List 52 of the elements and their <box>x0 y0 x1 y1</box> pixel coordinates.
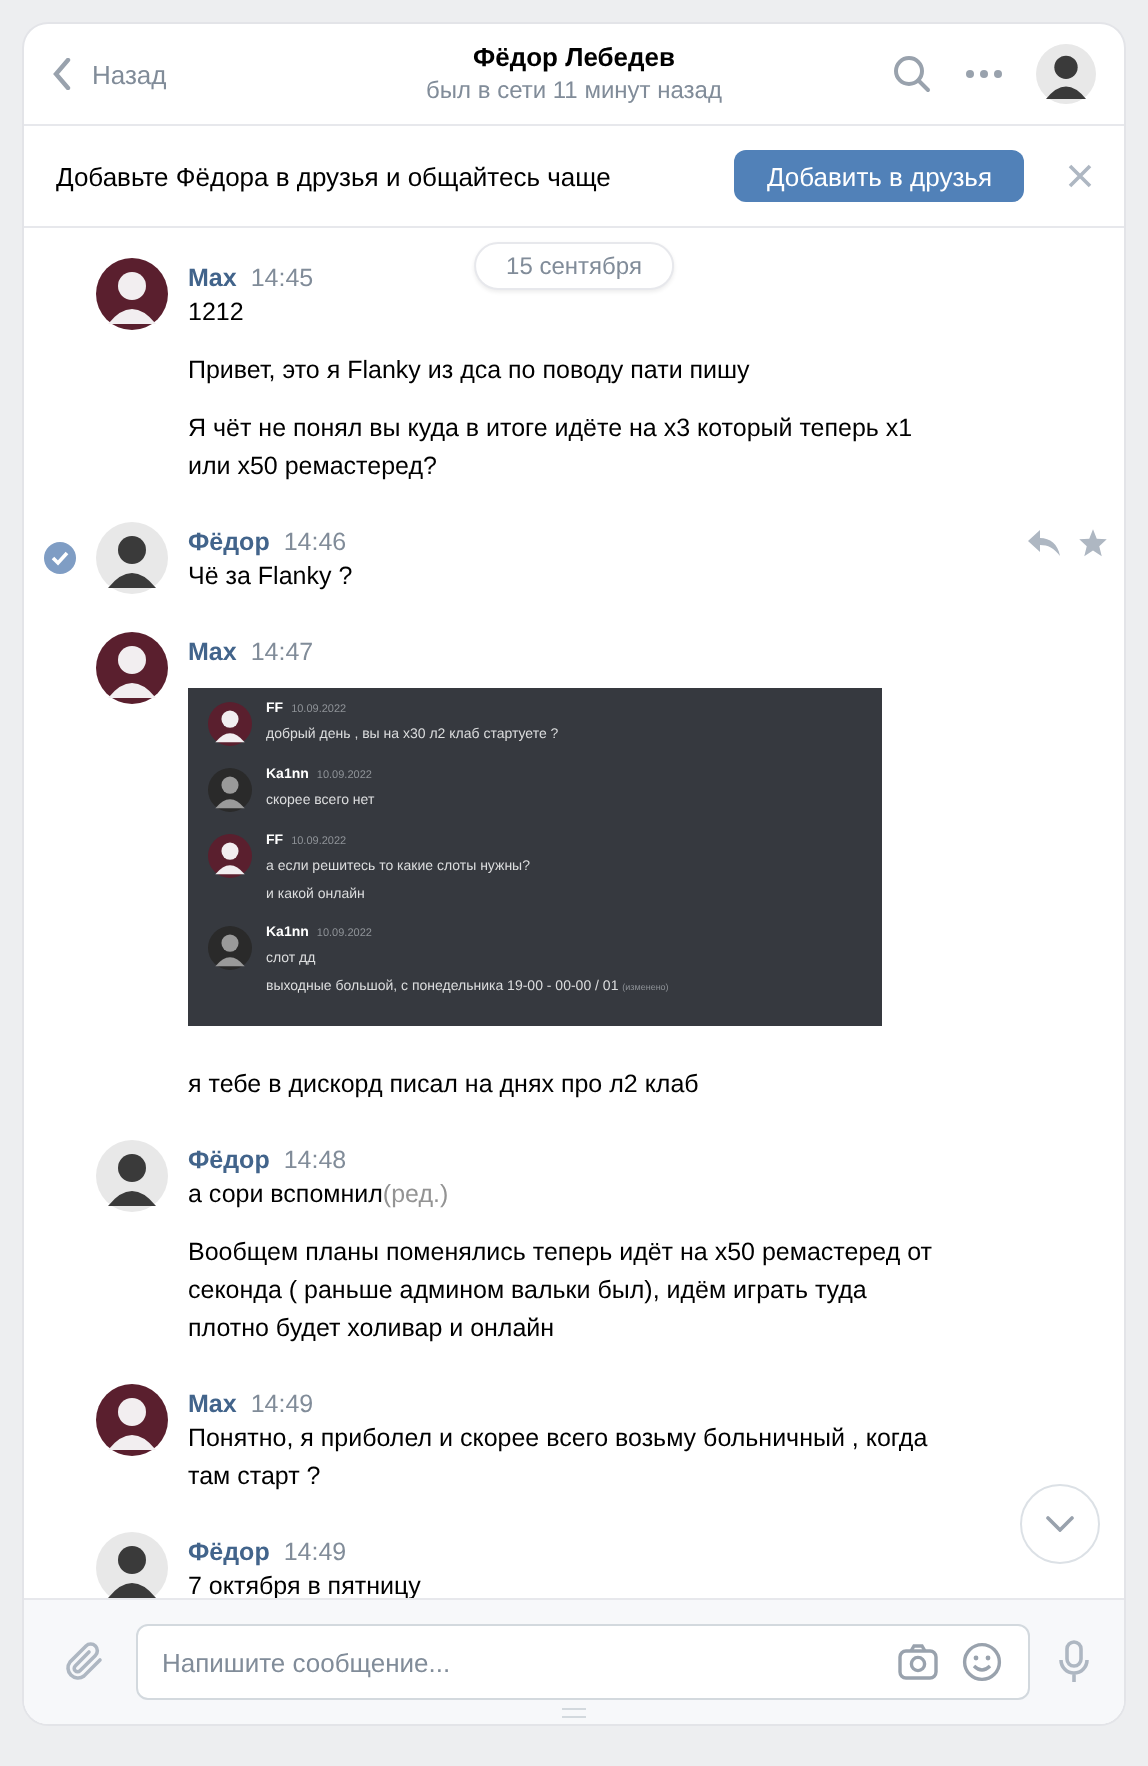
reply-icon[interactable] <box>1028 529 1060 555</box>
message-text: Понятно, я приболел и скорее всего возьму больничный , когда там старт ? <box>188 1422 930 1494</box>
author-name[interactable]: Фёдор <box>188 1146 270 1174</box>
date-label: 15 сентября <box>474 242 674 290</box>
author-name[interactable]: Фёдор <box>188 1538 270 1566</box>
avatar <box>1036 44 1096 104</box>
message-input[interactable]: Напишите сообщение... <box>136 1624 1030 1700</box>
online-status: был в сети 11 минут назад <box>426 74 722 106</box>
microphone-icon[interactable] <box>1058 1640 1090 1684</box>
author-name[interactable]: Max <box>188 264 237 292</box>
avatar <box>96 632 168 704</box>
friend-suggestion-text: Добавьте Фёдора в друзья и общайтесь чаще <box>56 161 611 191</box>
add-friend-button[interactable]: Добавить в друзья <box>734 150 1024 202</box>
message-text: Я чёт не понял вы куда в итоге идёте на х3 который теперь х1 или х50 ремастеред? <box>188 412 915 484</box>
star-icon[interactable] <box>1078 527 1108 557</box>
avatar <box>208 926 252 970</box>
message-text: Чё за Flanky ? <box>188 560 355 594</box>
message-time: 14:47 <box>250 638 314 666</box>
message-text: я тебе в дискорд писал на днях про л2 клаб <box>188 1068 701 1102</box>
message-text: 1212 <box>188 296 246 330</box>
back-chevron-icon[interactable] <box>52 58 72 90</box>
avatar <box>96 1384 168 1456</box>
resize-handle[interactable] <box>562 1708 586 1718</box>
camera-icon[interactable] <box>898 1644 938 1680</box>
smiley-icon[interactable] <box>962 1642 1002 1682</box>
chevron-down-icon[interactable] <box>1046 1516 1074 1532</box>
message-time: 14:45 <box>250 264 314 292</box>
message-text: а сори вспомнил(ред.) <box>188 1178 451 1212</box>
chat-title: Фёдор Лебедев <box>473 40 675 74</box>
attachment-icon[interactable] <box>60 1638 108 1686</box>
message-time: 14:49 <box>283 1538 347 1566</box>
author-name[interactable]: Фёдор <box>188 528 270 556</box>
chat-screenshot[interactable] <box>188 688 882 1026</box>
avatar <box>208 702 252 746</box>
message-time: 14:49 <box>250 1390 314 1418</box>
avatar <box>96 1140 168 1212</box>
message-time: 14:48 <box>283 1146 347 1174</box>
author-name[interactable]: Max <box>188 1390 237 1418</box>
message-text: Вообщем планы поменялись теперь идёт на х50 ремастеред от секонда ( раньше админом вальки был), идём играть туда плотно будет холивар и онлайн <box>188 1236 934 1346</box>
checkmark-icon[interactable] <box>44 542 76 574</box>
avatar <box>208 768 252 812</box>
scroll-down-button[interactable] <box>1020 1484 1100 1564</box>
avatar <box>96 522 168 594</box>
message-text: Привет, это я Flanky из дса по поводу пати пишу <box>188 354 752 388</box>
back-button[interactable]: Назад <box>52 58 167 90</box>
search-icon[interactable] <box>892 54 932 94</box>
more-icon[interactable] <box>964 68 1004 80</box>
author-name[interactable]: Max <box>188 638 237 666</box>
message-time: 14:46 <box>283 528 347 556</box>
avatar <box>208 834 252 878</box>
avatar <box>96 258 168 330</box>
close-icon[interactable] <box>1068 164 1092 188</box>
